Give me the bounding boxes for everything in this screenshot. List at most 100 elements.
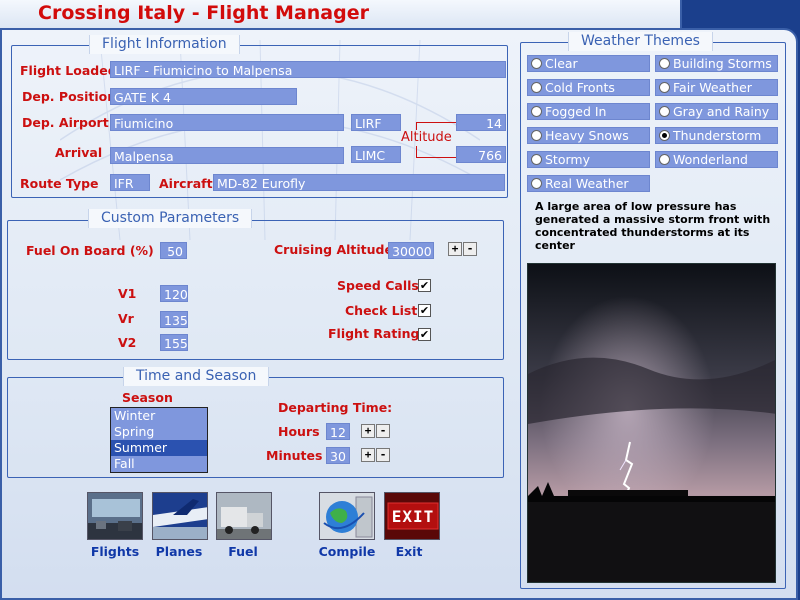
- flights-button-icon[interactable]: [87, 492, 143, 540]
- radio-button-icon[interactable]: [659, 82, 670, 93]
- season-item-spring[interactable]: Spring: [111, 424, 207, 440]
- weather-option-building-storms[interactable]: Building Storms: [655, 55, 778, 72]
- arrival-altitude-field[interactable]: 766: [456, 146, 506, 163]
- v1-field[interactable]: 120: [160, 285, 188, 302]
- vr-label: Vr: [118, 311, 134, 326]
- weather-themes-title: Weather Themes: [568, 32, 713, 51]
- exit-button-label[interactable]: Exit: [374, 544, 444, 559]
- check-list-checkbox[interactable]: ✔: [418, 304, 431, 317]
- dep-position-label: Dep. Position: [22, 89, 117, 104]
- weather-option-cold-fronts[interactable]: Cold Fronts: [527, 79, 650, 96]
- radio-button-icon[interactable]: [659, 130, 670, 141]
- app-title: Crossing Italy - Flight Manager: [38, 2, 369, 24]
- departing-time-label: Departing Time:: [278, 400, 393, 415]
- radio-button-icon[interactable]: [659, 58, 670, 69]
- season-item-fall[interactable]: Fall: [111, 456, 207, 472]
- speed-calls-label: Speed Calls: [337, 278, 419, 293]
- weather-option-gray-and-rainy[interactable]: Gray and Rainy: [655, 103, 778, 120]
- weather-option-heavy-snows[interactable]: Heavy Snows: [527, 127, 650, 144]
- flight-rating-checkbox[interactable]: ✔: [418, 328, 431, 341]
- dep-position-field[interactable]: GATE K 4: [110, 88, 297, 105]
- arrival-name-field[interactable]: Malpensa: [110, 147, 344, 164]
- weather-description: A large area of low pressure has generat…: [535, 200, 771, 252]
- arrival-code-field[interactable]: LIMC: [351, 146, 401, 163]
- weather-option-clear[interactable]: Clear: [527, 55, 650, 72]
- cruising-altitude-minus-button[interactable]: -: [463, 242, 477, 256]
- thunderstorm-preview-image: [527, 263, 776, 583]
- altitude-label: Altitude: [401, 130, 452, 145]
- weather-option-label: Thunderstorm: [673, 128, 762, 143]
- minutes-field[interactable]: 30: [326, 447, 350, 464]
- weather-option-fogged-in[interactable]: Fogged In: [527, 103, 650, 120]
- season-item-summer[interactable]: Summer: [111, 440, 207, 456]
- weather-option-label: Heavy Snows: [545, 128, 629, 143]
- weather-option-label: Wonderland: [673, 152, 748, 167]
- vr-field[interactable]: 135: [160, 311, 188, 328]
- planes-button-icon[interactable]: [152, 492, 208, 540]
- arrival-label: Arrival: [55, 145, 103, 160]
- aircraft-field[interactable]: MD-82 Eurofly: [213, 174, 505, 191]
- hours-label: Hours: [278, 424, 320, 439]
- fuel-on-board-field[interactable]: 50: [160, 242, 187, 259]
- cruising-altitude-plus-button[interactable]: +: [448, 242, 462, 256]
- fuel-on-board-label: Fuel On Board (%): [26, 243, 154, 258]
- weather-option-label: Fogged In: [545, 104, 607, 119]
- airplane-icon: [153, 493, 207, 539]
- weather-option-wonderland[interactable]: Wonderland: [655, 151, 778, 168]
- weather-option-fair-weather[interactable]: Fair Weather: [655, 79, 778, 96]
- radio-button-icon[interactable]: [531, 106, 542, 117]
- route-type-field[interactable]: IFR: [110, 174, 150, 191]
- fuel-truck-icon: [217, 493, 271, 539]
- weather-option-label: Clear: [545, 56, 578, 71]
- radio-button-icon[interactable]: [531, 178, 542, 189]
- dep-altitude-field[interactable]: 14: [456, 114, 506, 131]
- season-label: Season: [122, 390, 173, 405]
- dep-airport-name-field[interactable]: Fiumicino: [110, 114, 344, 131]
- radio-button-icon[interactable]: [659, 154, 670, 165]
- hours-field[interactable]: 12: [326, 423, 350, 440]
- planes-button-label[interactable]: Planes: [144, 544, 214, 559]
- radio-button-icon[interactable]: [531, 130, 542, 141]
- altitude-bracket-bottom: [416, 146, 456, 158]
- hours-plus-button[interactable]: +: [361, 424, 375, 438]
- weather-option-label: Stormy: [545, 152, 590, 167]
- radio-button-icon[interactable]: [531, 154, 542, 165]
- cruising-altitude-field[interactable]: 30000: [388, 242, 434, 259]
- season-listbox[interactable]: Winter Spring Summer Fall: [110, 407, 208, 473]
- speed-calls-checkbox[interactable]: ✔: [418, 279, 431, 292]
- season-item-winter[interactable]: Winter: [111, 408, 207, 424]
- fuel-button-label[interactable]: Fuel: [208, 544, 278, 559]
- weather-option-label: Real Weather: [545, 176, 629, 191]
- exit-button-icon[interactable]: EXIT: [384, 492, 440, 540]
- flight-loaded-field[interactable]: LIRF - Fiumicino to Malpensa: [110, 61, 506, 78]
- flights-button-label[interactable]: Flights: [80, 544, 150, 559]
- control-tower-icon: [88, 493, 142, 539]
- v2-field[interactable]: 155: [160, 334, 188, 351]
- route-type-label: Route Type: [20, 176, 99, 191]
- flight-information-title: Flight Information: [89, 35, 240, 54]
- fuel-button-icon[interactable]: [216, 492, 272, 540]
- radio-button-icon[interactable]: [659, 106, 670, 117]
- minutes-minus-button[interactable]: -: [376, 448, 390, 462]
- v1-label: V1: [118, 286, 137, 301]
- flight-loaded-label: Flight Loaded: [20, 63, 117, 78]
- time-and-season-title: Time and Season: [123, 367, 270, 386]
- weather-option-label: Cold Fronts: [545, 80, 615, 95]
- weather-option-label: Gray and Rainy: [673, 104, 770, 119]
- radio-button-icon[interactable]: [531, 82, 542, 93]
- v2-label: V2: [118, 335, 137, 350]
- weather-option-stormy[interactable]: Stormy: [527, 151, 650, 168]
- radio-button-icon[interactable]: [531, 58, 542, 69]
- check-list-label: Check List: [345, 303, 418, 318]
- flight-rating-label: Flight Rating: [328, 326, 420, 341]
- hours-minus-button[interactable]: -: [376, 424, 390, 438]
- thunderstorm-photo: [528, 264, 775, 582]
- weather-option-thunderstorm[interactable]: Thunderstorm: [655, 127, 778, 144]
- minutes-plus-button[interactable]: +: [361, 448, 375, 462]
- weather-option-label: Fair Weather: [673, 80, 752, 95]
- dep-airport-code-field[interactable]: LIRF: [351, 114, 401, 131]
- weather-option-real-weather[interactable]: Real Weather: [527, 175, 650, 192]
- dep-airport-label: Dep. Airport: [22, 115, 109, 130]
- compile-button-icon[interactable]: [319, 492, 375, 540]
- compile-button-label[interactable]: Compile: [312, 544, 382, 559]
